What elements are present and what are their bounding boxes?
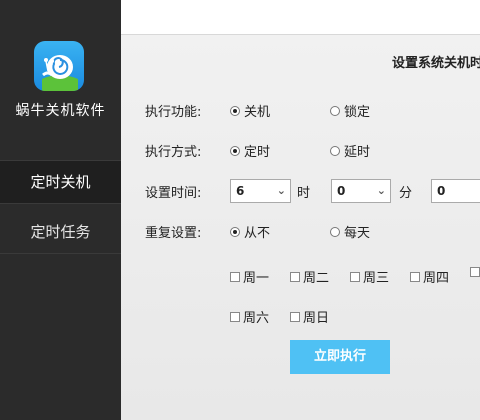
checkbox-wed[interactable]: 周三 bbox=[350, 267, 389, 286]
checkbox-sun[interactable]: 周日 bbox=[290, 307, 329, 326]
time-label: 设置时间: bbox=[145, 186, 202, 201]
second-select[interactable]: 0 bbox=[431, 179, 480, 203]
nav-item-timed-shutdown[interactable]: 定时关机 bbox=[0, 160, 121, 204]
nav-item-timed-task[interactable]: 定时任务 bbox=[0, 211, 121, 254]
minute-select[interactable]: 0 ⌄ bbox=[331, 179, 391, 203]
checkbox-thu[interactable]: 周四 bbox=[410, 267, 449, 286]
radio-lock[interactable]: 锁定 bbox=[330, 101, 370, 120]
radio-selected-icon bbox=[230, 105, 240, 116]
radio-shutdown[interactable]: 关机 bbox=[230, 101, 270, 120]
form-title: 设置系统关机时 bbox=[392, 56, 480, 71]
mode-label: 执行方式: bbox=[145, 145, 202, 160]
minute-unit: 分 bbox=[399, 186, 413, 201]
app-name: 蜗牛关机软件 bbox=[15, 103, 106, 119]
repeat-label: 重复设置: bbox=[145, 226, 202, 241]
chevron-down-icon: ⌄ bbox=[276, 184, 286, 197]
checkbox-mon[interactable]: 周一 bbox=[230, 267, 269, 286]
radio-empty-icon bbox=[330, 145, 340, 156]
sidebar: 蜗牛关机软件 定时关机 定时任务 bbox=[0, 0, 121, 420]
radio-selected-icon bbox=[230, 226, 240, 237]
radio-empty-icon bbox=[330, 226, 340, 237]
checkbox-tue[interactable]: 周二 bbox=[290, 267, 329, 286]
checkbox-fri[interactable] bbox=[470, 267, 480, 277]
radio-daily[interactable]: 每天 bbox=[330, 222, 370, 241]
radio-selected-icon bbox=[230, 145, 240, 156]
radio-delay[interactable]: 延时 bbox=[330, 141, 370, 160]
top-bar bbox=[121, 0, 480, 35]
function-label: 执行功能: bbox=[145, 105, 202, 120]
hour-unit: 时 bbox=[297, 186, 311, 201]
radio-empty-icon bbox=[330, 105, 340, 116]
chevron-down-icon: ⌄ bbox=[376, 184, 386, 197]
radio-scheduled[interactable]: 定时 bbox=[230, 141, 270, 160]
execute-now-button[interactable]: 立即执行 bbox=[290, 340, 390, 374]
radio-never[interactable]: 从不 bbox=[230, 222, 270, 241]
hour-select[interactable]: 6 ⌄ bbox=[230, 179, 291, 203]
checkbox-sat[interactable]: 周六 bbox=[230, 307, 269, 326]
snail-logo-icon bbox=[34, 41, 84, 91]
